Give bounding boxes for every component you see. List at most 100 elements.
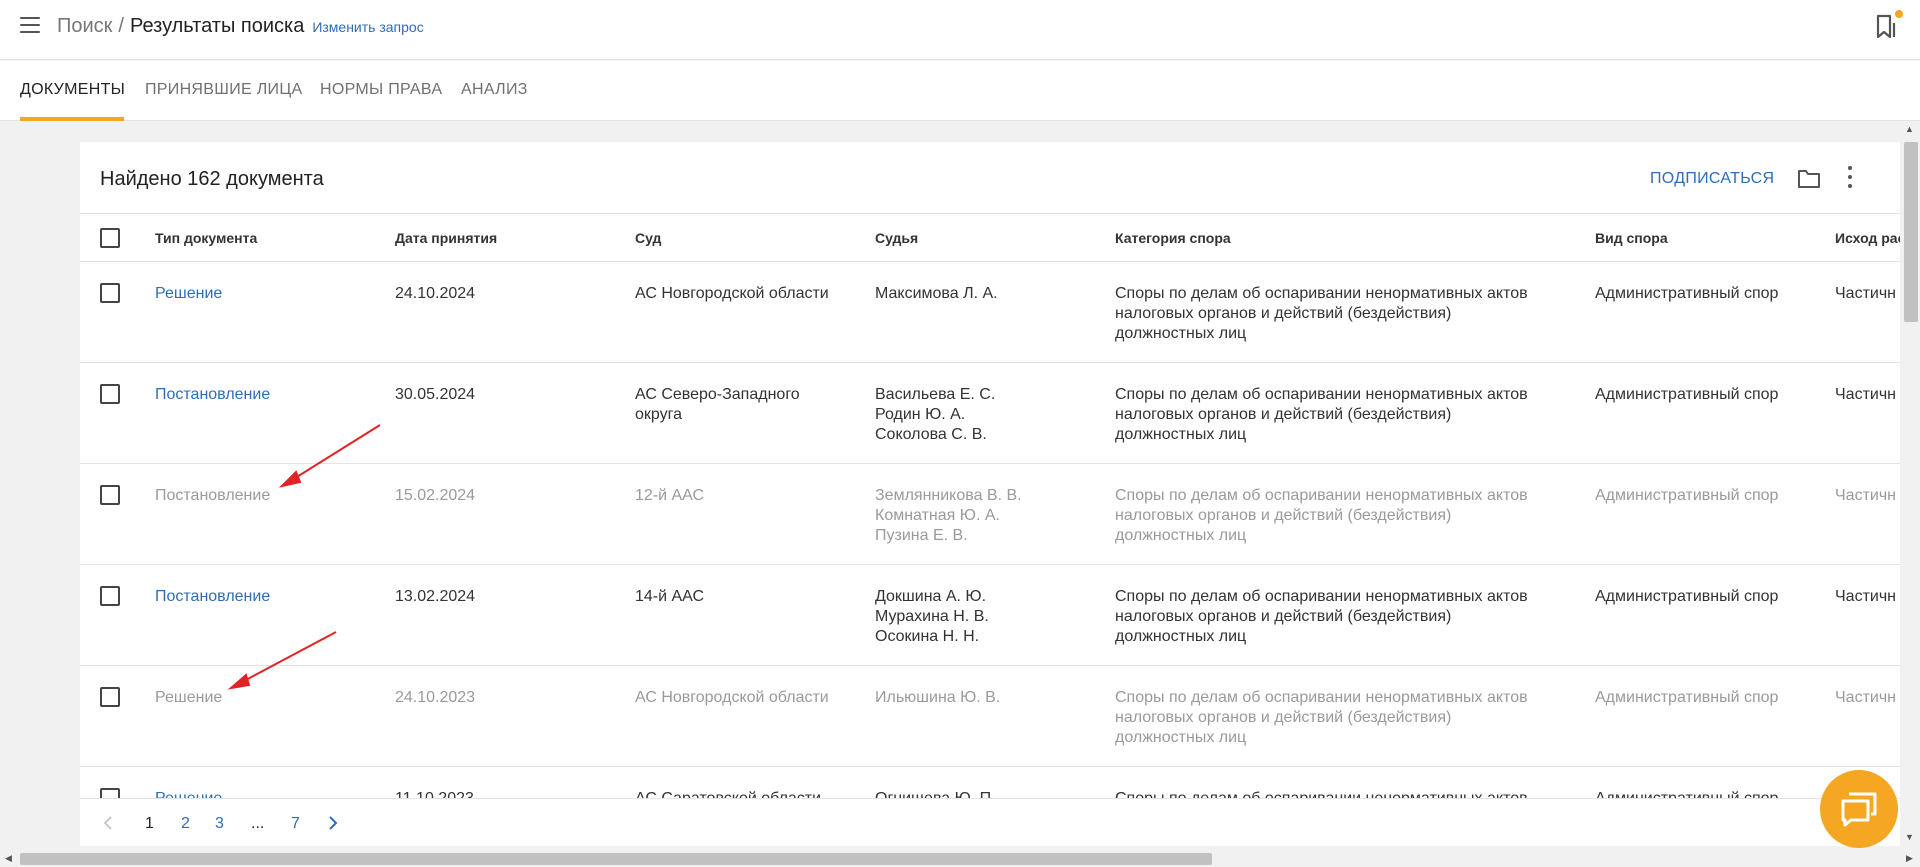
breadcrumb-separator: / [118,15,124,37]
document-type-link[interactable]: Постановление [155,587,270,607]
court-cell-line: 12-й ААС [635,487,705,504]
category-cell-line: налоговых органов и действий (бездействи… [1115,709,1452,726]
more-vertical-icon[interactable] [1846,166,1854,192]
judge-cell: Докшина А. Ю. Мурахина Н. В. Осокина Н. Н. [875,587,1095,647]
court-cell-line: 14-й ААС [635,588,705,605]
chat-button[interactable] [1820,770,1898,848]
scroll-right-arrow-icon[interactable]: ▶ [1906,853,1913,864]
outcome-cell: Частичн [1835,386,1896,403]
horizontal-scroll-thumb[interactable] [20,853,1212,865]
table-row[interactable]: Решение 24.10.2024 АС Новгородской области… [80,262,1902,363]
court-cell: 12-й ААС [635,486,855,506]
tab-legal-norms[interactable]: НОРМЫ ПРАВА [320,81,442,99]
notification-dot [1895,10,1903,18]
category-cell-line: налоговых органов и действий (бездействи… [1115,406,1452,423]
tab-adopting-persons[interactable]: ПРИНЯВШИЕ ЛИЦА [145,81,302,99]
category-cell-line: должностных лиц [1115,628,1247,645]
change-query-link[interactable]: Изменить запрос [312,19,423,35]
court-cell-line: округа [635,406,682,423]
page-ellipsis: ... [251,815,265,832]
outcome-cell: Частичн [1835,487,1896,504]
scroll-up-arrow-icon[interactable]: ▲ [1905,124,1914,134]
category-cell: Споры по делам об оспаривании ненорматив… [1115,284,1575,344]
judge-cell-line: Пузина Е. В. [875,527,968,544]
menu-icon[interactable] [20,17,40,33]
folder-icon[interactable] [1797,168,1821,190]
column-header[interactable]: Исход рас [1835,230,1902,246]
category-cell: Споры по делам об оспаривании ненорматив… [1115,385,1575,445]
outcome-cell: Частичн [1835,689,1896,706]
document-type-link[interactable]: Решение [155,284,222,304]
column-header[interactable]: Категория спора [1115,230,1231,246]
tab-analysis[interactable]: АНАЛИЗ [461,81,528,99]
breadcrumb-search[interactable]: Поиск [57,15,112,37]
table-row[interactable]: Постановление 30.05.2024 АС Северо-Западно… [80,363,1902,464]
court-cell: 14-й ААС [635,587,855,607]
judge-cell-line: Мурахина Н. В. [875,608,989,625]
select-all-checkbox[interactable] [100,228,120,248]
table-row[interactable]: Решение 24.10.2023 АС Новгородской области… [80,666,1902,767]
row-checkbox[interactable] [100,586,120,606]
document-type-link[interactable]: Постановление [155,385,270,405]
dispute-type-cell: Административный спор [1595,487,1779,504]
table-row[interactable]: Постановление 15.02.2024 12-й ААС Землянник… [80,464,1902,565]
judge-cell: Землянникова В. В. Комнатная Ю. А. Пузина … [875,486,1095,546]
row-checkbox[interactable] [100,283,120,303]
category-cell: Споры по делам об оспаривании ненорматив… [1115,587,1575,647]
subscribe-button[interactable]: ПОДПИСАТЬСЯ [1650,170,1774,188]
row-checkbox[interactable] [100,687,120,707]
column-header[interactable]: Вид спора [1595,230,1668,246]
active-tab-indicator [20,117,124,121]
column-header[interactable]: Судья [875,230,918,246]
outcome-cell: Частичн [1835,588,1896,605]
court-cell-line: АС Новгородской области [635,689,829,706]
outcome-cell: Частичн [1835,285,1896,302]
judge-cell-line: Комнатная Ю. А. [875,507,1000,524]
chevron-right-icon[interactable] [327,815,339,831]
category-cell-line: Споры по делам об оспаривании ненорматив… [1115,386,1528,403]
date-cell: 15.02.2024 [395,487,476,504]
table-header: Тип документа Дата принятия Суд Судья Ка… [80,213,1902,262]
category-cell-line: налоговых органов и действий (бездействи… [1115,608,1452,625]
category-cell-line: Споры по делам об оспаривании ненорматив… [1115,689,1528,706]
page-link-7[interactable]: 7 [291,815,300,833]
court-cell-line: АС Северо-Западного [635,386,800,403]
page-link-1[interactable]: 1 [145,815,154,833]
page-link-2[interactable]: 2 [181,815,190,833]
category-cell-line: налоговых органов и действий (бездействи… [1115,507,1452,524]
court-cell-line: АС Новгородской области [635,285,829,302]
chat-icon [1841,792,1877,827]
column-header[interactable]: Тип документа [155,230,257,246]
column-header[interactable]: Дата принятия [395,230,497,246]
court-cell: АС Новгородской области [635,284,855,304]
category-cell-line: Споры по делам об оспаривании ненорматив… [1115,285,1528,302]
date-cell: 13.02.2024 [395,588,476,605]
judge-cell-line: Родин Ю. А. [875,406,966,423]
tab-bar: ДОКУМЕНТЫ ПРИНЯВШИЕ ЛИЦА НОРМЫ ПРАВА АНА… [0,61,1920,121]
judge-cell-line: Соколова С. В. [875,426,987,443]
vertical-scroll-thumb[interactable] [1904,142,1918,322]
court-cell: АС Новгородской области [635,688,855,708]
table-row[interactable]: Постановление 13.02.2024 14-й ААС Докшина А… [80,565,1902,666]
document-type-link[interactable]: Решение [155,688,222,708]
page-link-3[interactable]: 3 [215,815,224,833]
scroll-down-arrow-icon[interactable]: ▼ [1905,832,1914,842]
row-checkbox[interactable] [100,384,120,404]
dispute-type-cell: Административный спор [1595,386,1779,403]
row-checkbox[interactable] [100,485,120,505]
page-title: Результаты поиска [129,15,305,37]
column-header[interactable]: Суд [635,230,661,246]
chevron-left-icon[interactable] [102,815,114,831]
category-cell-line: должностных лиц [1115,729,1247,746]
dispute-type-cell: Административный спор [1595,689,1779,706]
category-cell-line: налоговых органов и действий (бездействи… [1115,305,1452,322]
document-type-link[interactable]: Постановление [155,486,270,506]
category-cell: Споры по делам об оспаривании ненорматив… [1115,688,1575,748]
bookmark-icon[interactable] [1876,14,1898,40]
category-cell-line: Споры по делам об оспаривании ненорматив… [1115,487,1528,504]
judge-cell-line: Максимова Л. А. [875,285,998,302]
tab-documents[interactable]: ДОКУМЕНТЫ [20,81,125,99]
category-cell-line: должностных лиц [1115,325,1247,342]
results-card: Найдено 162 документа ПОДПИСАТЬСЯ Тип до… [80,142,1902,846]
scroll-left-arrow-icon[interactable]: ◀ [5,853,12,864]
